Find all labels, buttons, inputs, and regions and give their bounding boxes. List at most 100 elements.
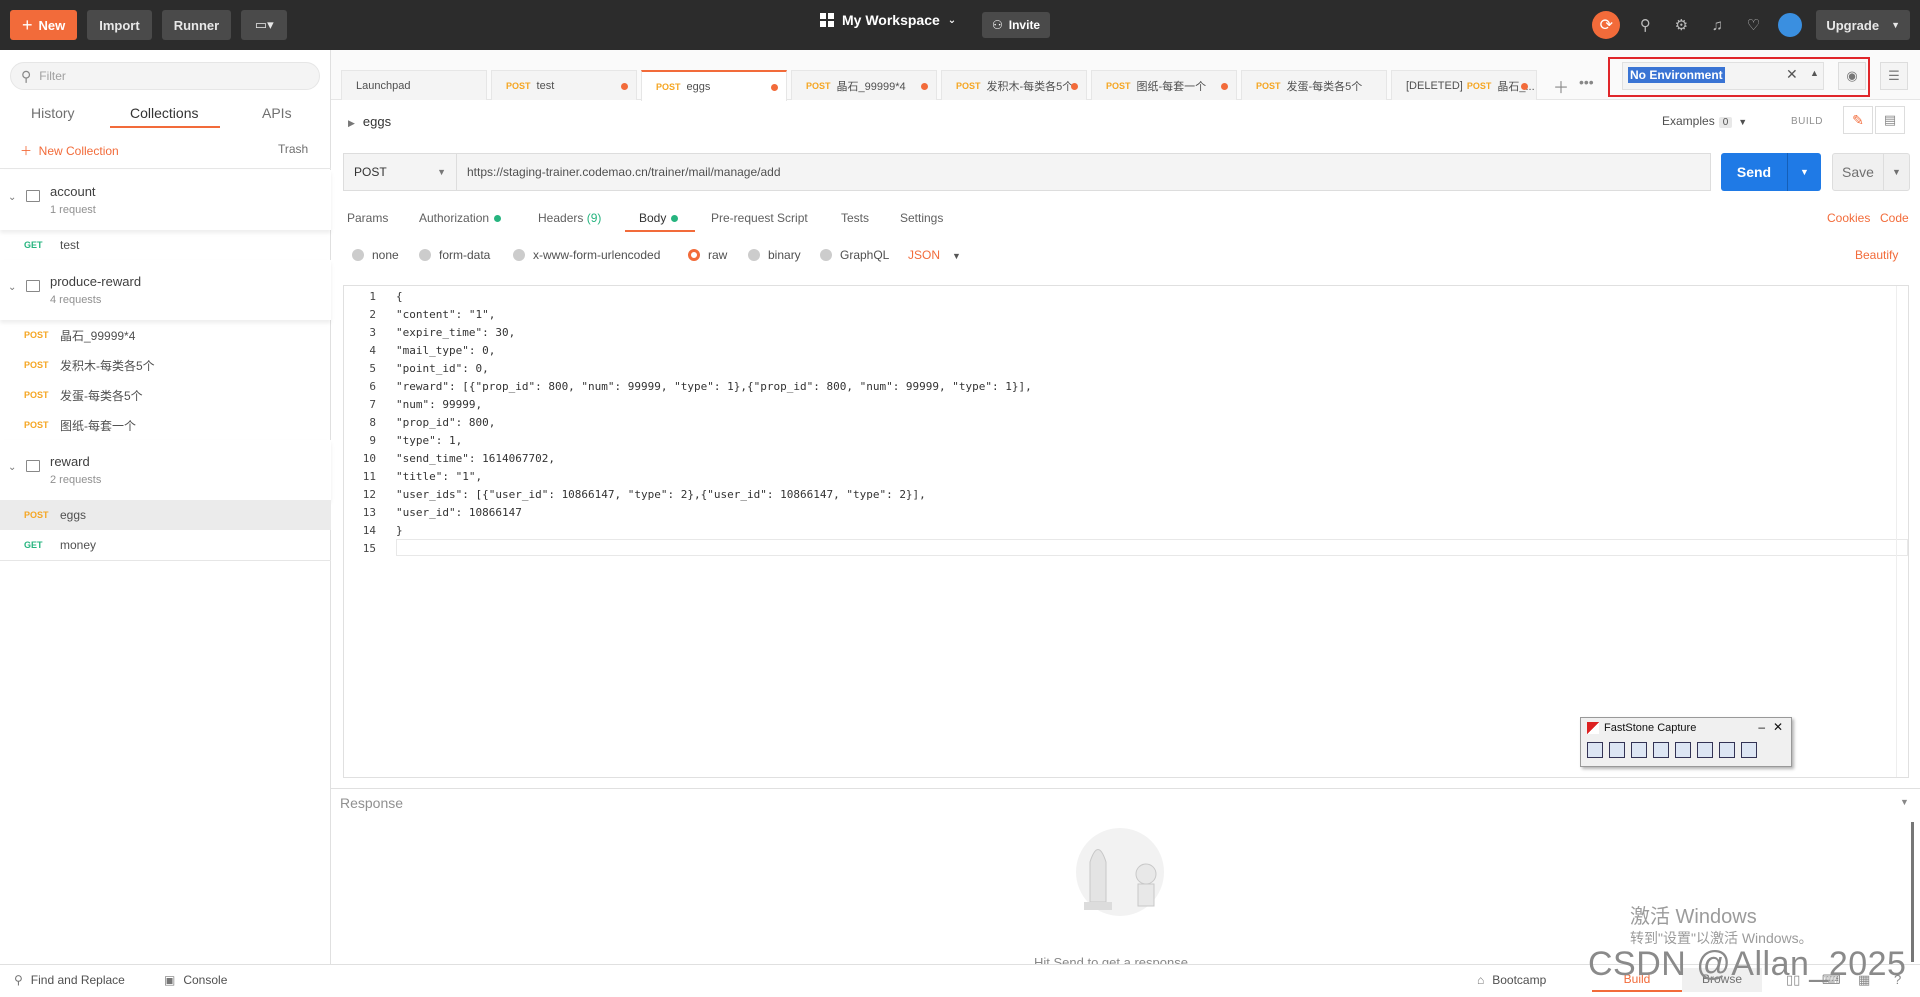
output-icon[interactable] (1719, 742, 1735, 758)
more-tabs-button[interactable]: ••• (1579, 74, 1594, 90)
scrollbar[interactable] (1911, 822, 1914, 962)
caret-right-icon: ▶ (348, 118, 355, 128)
avatar[interactable] (1778, 13, 1803, 37)
cookies-link[interactable]: Cookies (1827, 211, 1870, 225)
satellite-icon[interactable]: ⚲ (1634, 14, 1656, 36)
radio-urlencoded[interactable]: x-www-form-urlencoded (513, 248, 660, 262)
list-item[interactable]: POST 晶石_99999*4 (0, 320, 331, 350)
new-window-button[interactable]: ▭▾ (241, 10, 288, 40)
radio-raw[interactable]: raw (688, 248, 727, 262)
radio-form-data[interactable]: form-data (419, 248, 490, 262)
code-link[interactable]: Code (1880, 211, 1909, 225)
runner-button[interactable]: Runner (161, 10, 232, 40)
bell-icon[interactable]: ♫ (1706, 14, 1728, 36)
send-button[interactable]: Send ▼ (1721, 153, 1821, 191)
body-format-select[interactable]: JSON ▼ (908, 248, 961, 262)
tab-params[interactable]: Params (347, 211, 388, 225)
save-button[interactable]: Save ▼ (1832, 153, 1910, 191)
capture-window-icon[interactable] (1587, 742, 1603, 758)
list-item[interactable]: POST eggs (0, 500, 331, 530)
invite-button[interactable]: ⚇ Invite (982, 12, 1051, 38)
list-item[interactable]: GET test (0, 230, 331, 260)
activate-windows-watermark: 激活 Windows (1630, 906, 1757, 928)
upgrade-button[interactable]: Upgrade ▼ (1816, 10, 1910, 40)
heart-icon[interactable]: ♡ (1742, 14, 1764, 36)
radio-circle (352, 249, 364, 261)
radio-circle (419, 249, 431, 261)
chevron-down-icon: ⌄ (8, 282, 17, 293)
caret-down-icon[interactable]: ▼ (1884, 167, 1909, 177)
tab-collections[interactable]: Collections (130, 105, 198, 121)
capture-object-icon[interactable] (1609, 742, 1625, 758)
caret-down-icon[interactable]: ▼ (1900, 797, 1909, 807)
request-name[interactable]: ▶ eggs (348, 114, 391, 129)
request-tab[interactable]: POST test (491, 70, 637, 100)
tab-body[interactable]: Body (639, 211, 679, 225)
list-item[interactable]: POST 发积木-每类各5个 (0, 350, 331, 380)
capture-region-icon[interactable] (1631, 742, 1647, 758)
request-tab-active[interactable]: POST eggs (641, 70, 787, 101)
bootcamp-button[interactable]: ⌂ Bootcamp (1477, 973, 1546, 987)
pencil-icon[interactable]: ✎ (1843, 106, 1873, 134)
request-tab[interactable]: POST 发积木-每类各5个 (941, 70, 1087, 100)
line-gutter: 1 2 3 4 5 6 7 8 9 10 11 12 13 14 15 (344, 286, 384, 777)
trash-button[interactable]: Trash (278, 142, 308, 156)
folder-icon (26, 280, 40, 292)
radio-graphql[interactable]: GraphQL (820, 248, 889, 262)
tab-launchpad[interactable]: Launchpad (341, 70, 487, 100)
capture-freehand-icon[interactable] (1653, 742, 1669, 758)
request-tab[interactable]: POST 图纸-每套一个 (1091, 70, 1237, 100)
collection-reward[interactable]: ⌄ reward 2 requests (0, 440, 331, 500)
new-collection-button[interactable]: ＋ New Collection (20, 142, 119, 159)
request-tab[interactable]: [DELETED] POST 晶石_... (1391, 70, 1537, 100)
list-item[interactable]: POST 发蛋-每类各5个 (0, 380, 331, 410)
caret-up-icon[interactable]: ▲ (1810, 68, 1819, 78)
new-button[interactable]: + New (10, 10, 78, 40)
capture-fullscreen-icon[interactable] (1675, 742, 1691, 758)
tab-tests[interactable]: Tests (841, 211, 869, 225)
comment-icon[interactable]: ▤ (1875, 106, 1905, 134)
workspace-switcher[interactable]: My Workspace ⌄ (820, 12, 956, 28)
sync-icon[interactable]: ⟳ (1592, 11, 1621, 39)
new-tab-button[interactable]: ＋ (1553, 74, 1569, 98)
tab-headers[interactable]: Headers (9) (538, 211, 601, 225)
faststone-capture-window[interactable]: FastStone Capture – ✕ (1580, 717, 1792, 767)
find-replace-button[interactable]: ⚲ Find and Replace (14, 973, 125, 987)
faststone-toolbar (1581, 742, 1791, 758)
minimize-icon[interactable]: – (1758, 720, 1765, 734)
url-input[interactable]: https://staging-trainer.codemao.cn/train… (457, 153, 1711, 191)
tab-authorization[interactable]: Authorization (419, 211, 502, 225)
radio-binary[interactable]: binary (748, 248, 801, 262)
radio-none[interactable]: none (352, 248, 399, 262)
beautify-link[interactable]: Beautify (1855, 248, 1898, 262)
eye-icon[interactable]: ◉ (1838, 62, 1866, 90)
tab-history[interactable]: History (31, 105, 75, 121)
environment-selected[interactable]: No Environment (1628, 67, 1725, 83)
body-editor[interactable]: 1 2 3 4 5 6 7 8 9 10 11 12 13 14 15 {"content": "1", "e… (343, 285, 1909, 778)
examples-dropdown[interactable]: Examples 0 ▼ (1662, 114, 1747, 128)
request-tab[interactable]: POST 晶石_99999*4 (791, 70, 937, 100)
method-select[interactable]: POST ▼ (343, 153, 457, 191)
close-icon[interactable]: ✕ (1773, 720, 1783, 734)
filter-input[interactable]: ⚲ Filter (10, 62, 320, 90)
settings-icon[interactable]: ⚙ (1670, 14, 1692, 36)
tab-prerequest-script[interactable]: Pre-request Script (711, 211, 808, 225)
chevron-down-icon: ⌄ (947, 14, 957, 26)
collection-account[interactable]: ⌄ account 1 request (0, 170, 331, 230)
scrollbar[interactable] (1896, 286, 1908, 777)
settings-icon[interactable] (1741, 742, 1757, 758)
list-item[interactable]: POST 图纸-每套一个 (0, 410, 331, 440)
import-button[interactable]: Import (87, 10, 152, 40)
caret-down-icon[interactable]: ▼ (1788, 167, 1821, 177)
tab-apis[interactable]: APIs (262, 105, 292, 121)
tab-settings[interactable]: Settings (900, 211, 943, 225)
list-item[interactable]: GET money (0, 530, 331, 560)
close-icon[interactable]: ✕ (1786, 66, 1798, 83)
console-button[interactable]: ▣ Console (164, 973, 227, 987)
line-number: 14 (362, 524, 376, 537)
search-icon: ⚲ (21, 67, 32, 84)
capture-scrolling-icon[interactable] (1697, 742, 1713, 758)
collection-produce-reward[interactable]: ⌄ produce-reward 4 requests (0, 260, 331, 320)
sliders-icon[interactable]: ☰ (1880, 62, 1908, 90)
request-tab[interactable]: POST 发蛋-每类各5个 (1241, 70, 1387, 100)
